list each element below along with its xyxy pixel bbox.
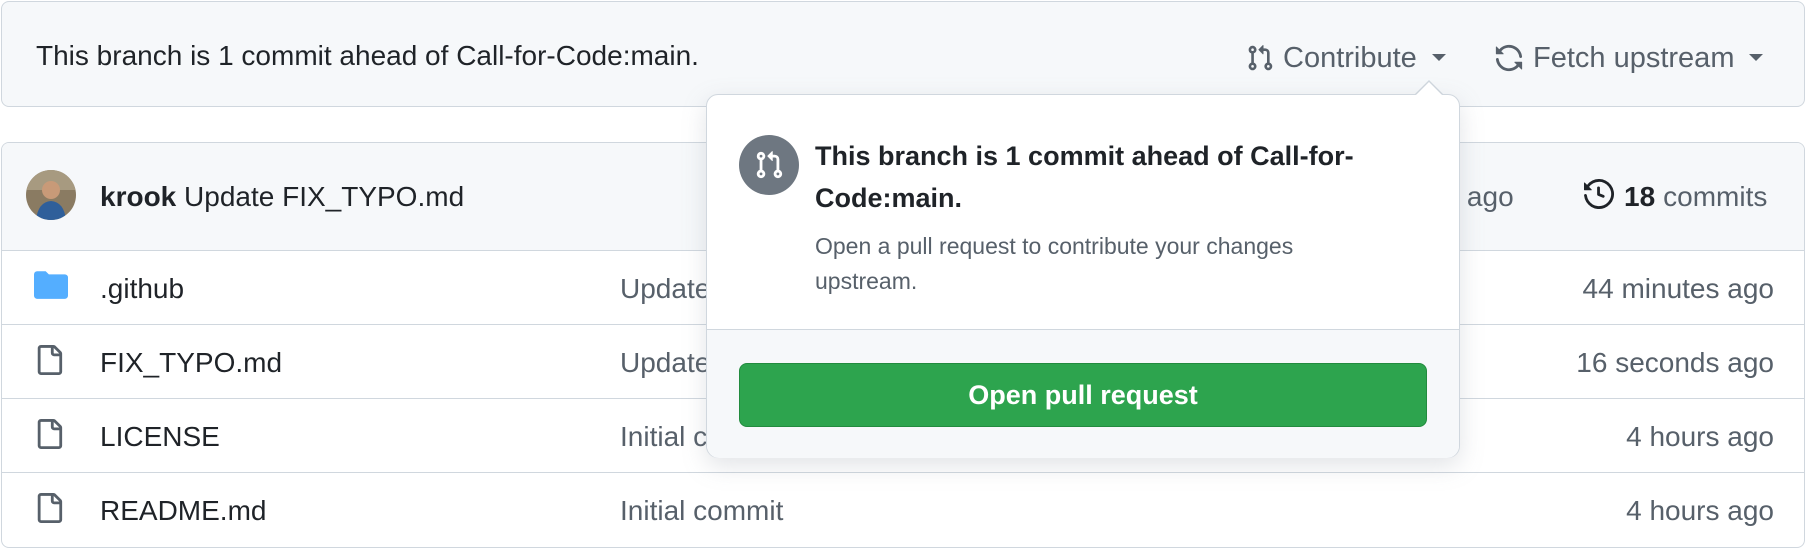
file-name[interactable]: .github <box>100 273 184 305</box>
file-commit-message[interactable]: Initial c <box>620 421 707 453</box>
contribute-button[interactable]: Contribute <box>1246 36 1447 80</box>
branch-status-bar: This branch is 1 commit ahead of Call-fo… <box>1 1 1805 107</box>
commit-author[interactable]: krook <box>100 181 176 212</box>
file-commit-message[interactable]: Initial commit <box>620 495 783 527</box>
commit-history-link[interactable]: 18 commits <box>1584 177 1767 217</box>
file-icon <box>34 418 64 455</box>
file-commit-time: 4 hours ago <box>1626 495 1774 526</box>
sync-icon <box>1494 43 1524 73</box>
contribute-label: Contribute <box>1283 41 1417 74</box>
file-icon <box>34 344 64 381</box>
commit-count: 18 <box>1624 181 1656 212</box>
file-row: README.md Initial commit 4 hours ago <box>2 473 1804 547</box>
avatar[interactable] <box>26 170 76 220</box>
git-pull-request-icon <box>739 135 799 195</box>
latest-commit-message: krook Update FIX_TYPO.md <box>100 181 464 213</box>
branch-status-text: This branch is 1 commit ahead of Call-fo… <box>36 40 699 71</box>
commits-label: commits <box>1663 181 1768 212</box>
file-name[interactable]: FIX_TYPO.md <box>100 347 282 379</box>
contribute-popover: This branch is 1 commit ahead of Call-fo… <box>706 94 1460 458</box>
commit-message-text[interactable]: Update FIX_TYPO.md <box>184 181 464 212</box>
git-pull-request-icon <box>1246 43 1274 73</box>
file-name[interactable]: LICENSE <box>100 421 220 453</box>
file-icon <box>34 492 64 529</box>
popover-title: This branch is 1 commit ahead of Call-fo… <box>815 141 1354 213</box>
file-commit-message[interactable]: Update <box>620 273 710 305</box>
caret-down-icon <box>1748 53 1764 63</box>
file-commit-message[interactable]: Update <box>620 347 710 379</box>
file-commit-time: 4 hours ago <box>1626 421 1774 452</box>
folder-icon <box>34 270 68 305</box>
popover-description: Open a pull request to contribute your c… <box>815 233 1294 294</box>
file-commit-time: 16 seconds ago <box>1576 347 1774 378</box>
history-icon <box>1584 178 1615 216</box>
fetch-upstream-button[interactable]: Fetch upstream <box>1494 36 1764 80</box>
file-name[interactable]: README.md <box>100 495 266 527</box>
popover-arrow-inner <box>1415 82 1443 96</box>
caret-down-icon <box>1431 53 1447 63</box>
fetch-upstream-label: Fetch upstream <box>1533 41 1735 74</box>
open-pull-request-button[interactable]: Open pull request <box>739 363 1427 427</box>
file-commit-time: 44 minutes ago <box>1582 273 1774 304</box>
